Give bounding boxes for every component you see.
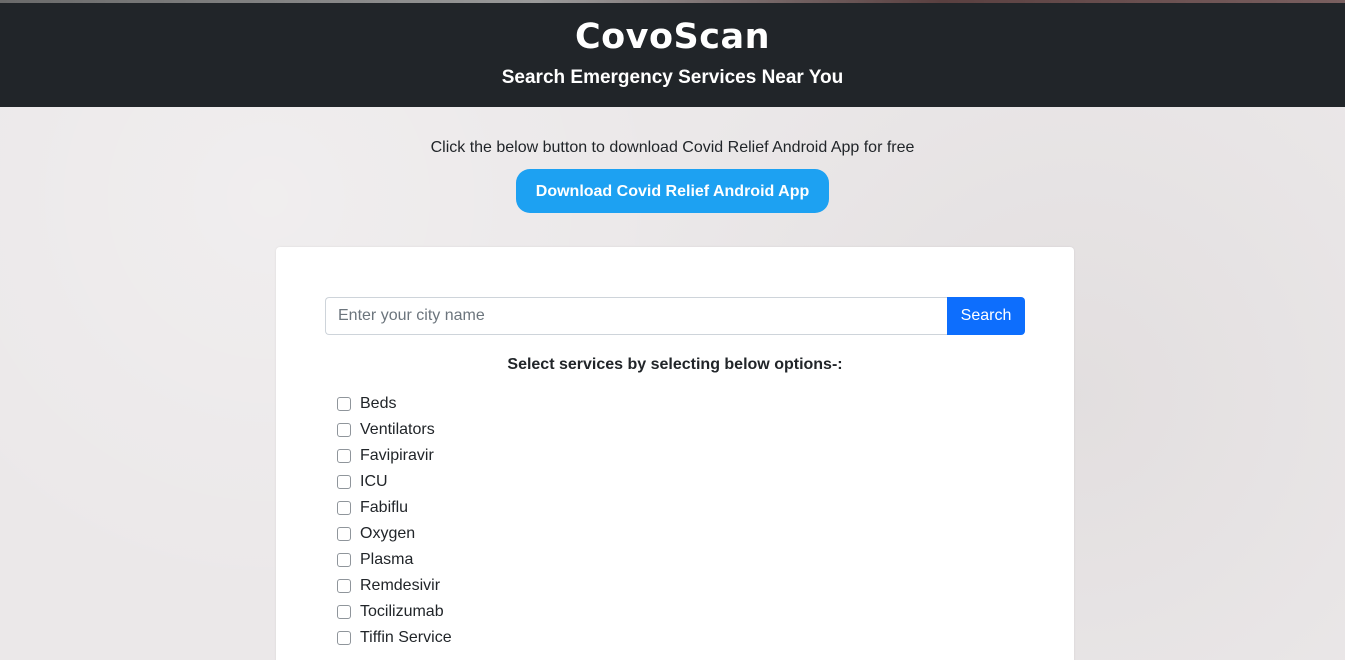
site-title: CovoScan (574, 17, 771, 57)
service-label: Beds (360, 395, 397, 412)
service-label: ICU (360, 473, 388, 490)
services-list: Beds Ventilators Favipiravir ICU Fabiflu… (337, 391, 452, 651)
service-item-tocilizumab[interactable]: Tocilizumab (337, 599, 452, 625)
services-heading: Select services by selecting below optio… (507, 356, 843, 373)
service-item-plasma[interactable]: Plasma (337, 547, 452, 573)
service-label: Ventilators (360, 421, 435, 438)
service-label: Remdesivir (360, 577, 441, 594)
service-item-favipiravir[interactable]: Favipiravir (337, 443, 452, 469)
service-item-tiffin-service[interactable]: Tiffin Service (337, 625, 452, 651)
download-prompt-text: Click the below button to download Covid… (430, 139, 915, 156)
service-item-remdesivir[interactable]: Remdesivir (337, 573, 452, 599)
service-item-oxygen[interactable]: Oxygen (337, 521, 452, 547)
checkbox[interactable] (337, 579, 351, 593)
service-label: Tocilizumab (360, 603, 444, 620)
download-app-button[interactable]: Download Covid Relief Android App (516, 169, 829, 213)
service-item-beds[interactable]: Beds (337, 391, 452, 417)
site-header: CovoScan Search Emergency Services Near … (0, 3, 1345, 107)
service-item-icu[interactable]: ICU (337, 469, 452, 495)
page: CovoScan Search Emergency Services Near … (0, 0, 1345, 660)
checkbox[interactable] (337, 423, 351, 437)
search-card: Search Select services by selecting belo… (276, 247, 1074, 660)
service-label: Oxygen (360, 525, 416, 542)
checkbox[interactable] (337, 475, 351, 489)
checkbox[interactable] (337, 527, 351, 541)
search-row: Search (325, 297, 1025, 335)
checkbox[interactable] (337, 605, 351, 619)
search-button[interactable]: Search (947, 297, 1025, 335)
service-label: Tiffin Service (360, 629, 452, 646)
checkbox[interactable] (337, 553, 351, 567)
service-item-ventilators[interactable]: Ventilators (337, 417, 452, 443)
service-label: Fabiflu (360, 499, 409, 516)
service-label: Favipiravir (360, 447, 434, 464)
checkbox[interactable] (337, 501, 351, 515)
checkbox[interactable] (337, 397, 351, 411)
download-section: Click the below button to download Covid… (0, 107, 1345, 213)
service-label: Plasma (360, 551, 414, 568)
checkbox[interactable] (337, 449, 351, 463)
city-search-input[interactable] (325, 297, 947, 335)
site-subtitle: Search Emergency Services Near You (501, 67, 844, 88)
checkbox[interactable] (337, 631, 351, 645)
service-item-fabiflu[interactable]: Fabiflu (337, 495, 452, 521)
